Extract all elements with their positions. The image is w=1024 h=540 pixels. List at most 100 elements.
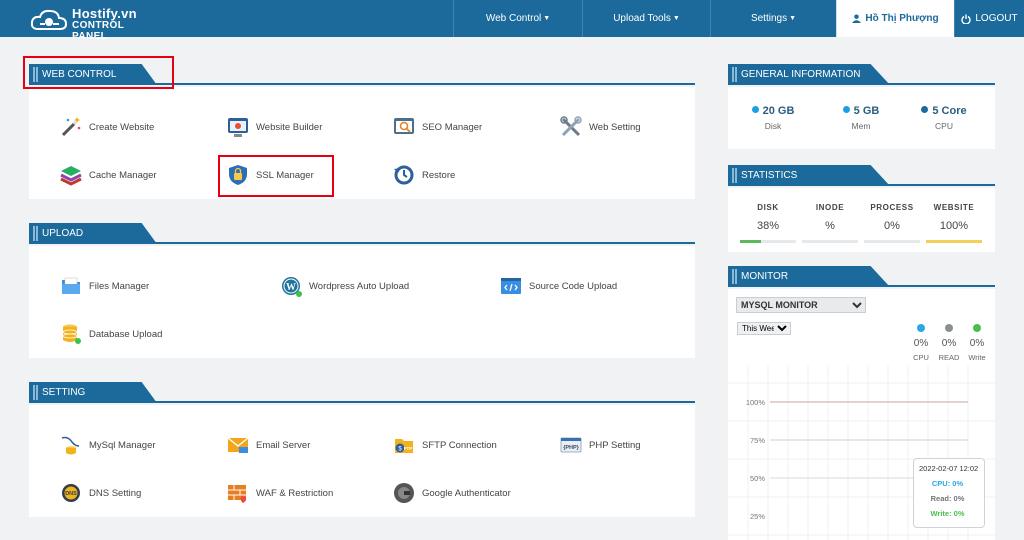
mysql-icon <box>61 436 80 455</box>
dns-icon: DNS <box>62 484 80 502</box>
disk-label: Disk <box>764 121 782 131</box>
y-label-25: 25% <box>749 512 765 521</box>
stat-inode-label: INODE <box>815 203 845 212</box>
monitor-header: MONITOR <box>728 266 995 287</box>
create-website-item[interactable]: Create Website <box>60 114 154 140</box>
nav-settings-label: Settings <box>750 13 788 24</box>
mysql-manager-item[interactable]: MySql Manager <box>60 432 156 458</box>
mem-value-text: 5 GB <box>853 105 880 117</box>
monitor-type-select[interactable]: MYSQL MONITOR <box>736 297 866 313</box>
sftp-folder-icon: $ FTP <box>395 439 413 453</box>
stat-website: WEBSITE 100% <box>926 203 982 243</box>
source-code-upload-item[interactable]: Source Code Upload <box>500 273 617 299</box>
cache-manager-item[interactable]: Cache Manager <box>60 162 157 188</box>
stat-disk-fill <box>740 240 762 243</box>
stat-process-label: PROCESS <box>870 203 914 212</box>
stat-disk-label: DISK <box>757 203 779 212</box>
stat-inode-bar <box>802 240 858 243</box>
legend-read-name: READ <box>938 353 960 362</box>
general-info-header: GENERAL INFORMATION <box>728 64 995 85</box>
brand-logo[interactable]: Hostify.vn CONTROL PANEL <box>30 5 160 42</box>
stat-website-bar <box>926 240 982 243</box>
y-label-75: 75% <box>749 436 765 445</box>
mem-dot <box>842 106 850 113</box>
sftp-connection-item[interactable]: $ FTP SFTP Connection <box>393 432 497 458</box>
wordpress-icon: W <box>282 277 302 297</box>
email-icon <box>227 437 249 453</box>
stat-inode-value: % <box>825 220 835 232</box>
brand-name: Hostify.vn <box>72 6 137 21</box>
disk-value: 20 GB <box>733 105 813 117</box>
highlight-box-ssl <box>218 155 334 197</box>
seo-manager-label: SEO Manager <box>422 121 483 133</box>
authenticator-icon <box>394 483 414 503</box>
legend-write-dot <box>973 324 981 332</box>
upload-title: UPLOAD <box>29 223 157 244</box>
user-icon <box>852 14 862 23</box>
legend-cpu: 0% CPU <box>907 324 935 362</box>
website-builder-item[interactable]: Website Builder <box>227 114 322 140</box>
disk-info: 20 GB Disk <box>733 105 813 131</box>
create-website-label: Create Website <box>89 121 155 133</box>
svg-text:DNS: DNS <box>65 491 77 497</box>
mem-label: Mem <box>851 121 871 131</box>
php-setting-item[interactable]: {PHP} PHP Setting <box>560 432 641 458</box>
web-setting-label: Web Setting <box>589 121 641 133</box>
wordpress-upload-item[interactable]: W Wordpress Auto Upload <box>280 273 409 299</box>
php-icon: {PHP} <box>560 437 582 453</box>
sftp-connection-label: SFTP Connection <box>422 439 497 451</box>
user-name: Hồ Thị Phượng <box>865 13 939 24</box>
code-window-icon <box>501 278 521 294</box>
seo-manager-item[interactable]: SEO Manager <box>393 114 482 140</box>
chevron-down-icon: ▼ <box>672 15 680 22</box>
cloud-logo-icon <box>30 9 68 30</box>
google-authenticator-label: Google Authenticator <box>422 487 511 499</box>
stat-website-value: 100% <box>939 220 969 232</box>
firewall-icon <box>228 485 247 503</box>
nav-settings[interactable]: Settings ▼ <box>710 0 836 37</box>
restore-item[interactable]: Restore <box>393 162 455 188</box>
seo-icon <box>394 118 414 134</box>
website-builder-icon <box>228 118 248 137</box>
database-upload-label: Database Upload <box>89 328 163 340</box>
brand-subtitle: CONTROL PANEL <box>72 20 125 42</box>
cpu-info: 5 Core CPU <box>904 105 984 131</box>
nav-web-control[interactable]: Web Control ▼ <box>453 0 582 37</box>
nav-web-control-label: Web Control <box>485 13 542 24</box>
cpu-value: 5 Core <box>904 105 984 117</box>
legend-write: 0% Write <box>963 324 991 362</box>
nav-upload-tools[interactable]: Upload Tools ▼ <box>582 0 710 37</box>
google-authenticator-item[interactable]: Google Authenticator <box>393 480 511 506</box>
stat-inode: INODE % <box>802 203 858 243</box>
restore-label: Restore <box>422 169 456 181</box>
chevron-down-icon: ▼ <box>789 15 797 22</box>
web-setting-item[interactable]: Web Setting <box>560 114 641 140</box>
stat-disk-value: 38% <box>756 220 780 232</box>
svg-text:W: W <box>286 282 296 293</box>
stat-website-label: WEBSITE <box>933 203 975 212</box>
stat-website-fill <box>926 240 982 243</box>
logout-button[interactable]: LOGOUT <box>954 0 1024 37</box>
legend-cpu-name: CPU <box>913 353 929 362</box>
dns-setting-label: DNS Setting <box>89 487 142 499</box>
chevron-down-icon: ▼ <box>543 15 551 22</box>
files-manager-item[interactable]: Files Manager <box>60 273 149 299</box>
nav-upload-tools-label: Upload Tools <box>613 13 671 24</box>
stat-process-value: 0% <box>884 220 900 232</box>
stat-process-bar <box>864 240 920 243</box>
stat-process: PROCESS 0% <box>864 203 920 243</box>
setting-header: SETTING <box>29 382 695 403</box>
legend-write-name: Write <box>968 353 986 362</box>
dns-setting-item[interactable]: DNS DNS Setting <box>60 480 141 506</box>
user-menu[interactable]: Hồ Thị Phượng <box>836 0 954 37</box>
waf-restriction-label: WAF & Restriction <box>256 487 334 499</box>
tooltip-write: Write: 0% <box>930 509 965 518</box>
svg-text:FTP: FTP <box>404 446 413 451</box>
time-range-select[interactable]: This Week <box>737 322 791 335</box>
email-server-item[interactable]: Email Server <box>227 432 310 458</box>
legend-write-pct: 0% <box>969 338 985 349</box>
waf-restriction-item[interactable]: WAF & Restriction <box>227 480 333 506</box>
database-upload-item[interactable]: Database Upload <box>60 321 162 347</box>
magic-wand-icon <box>61 117 81 137</box>
restore-icon <box>394 165 414 185</box>
